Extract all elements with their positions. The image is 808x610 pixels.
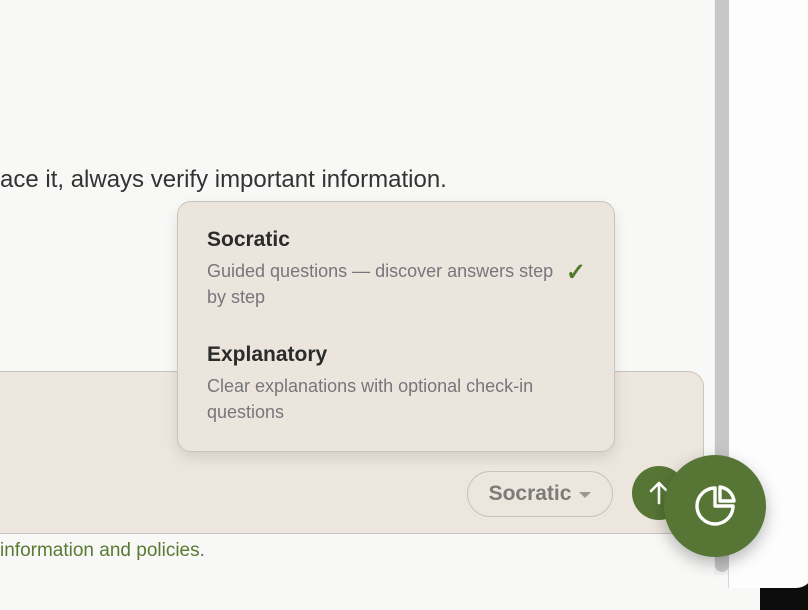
policies-link[interactable]: information and policies bbox=[0, 540, 200, 561]
footer-note: information and policies. bbox=[0, 540, 205, 562]
menu-item-description: Guided questions — discover answers step… bbox=[207, 261, 554, 307]
mode-dropdown-menu: Socratic Guided questions — discover ans… bbox=[177, 201, 615, 452]
mode-selector-label: Socratic bbox=[488, 482, 572, 505]
menu-item-explanatory[interactable]: Explanatory Clear explanations with opti… bbox=[207, 343, 590, 425]
mode-selector-button[interactable]: Socratic bbox=[467, 471, 613, 517]
checkmark-icon: ✓ bbox=[565, 259, 586, 286]
menu-item-description: Clear explanations with optional check-i… bbox=[207, 376, 534, 422]
menu-item-title: Socratic bbox=[207, 228, 290, 251]
disclaimer-text: ace it, always verify important informat… bbox=[0, 166, 447, 193]
pie-chart-icon bbox=[695, 485, 736, 526]
chevron-down-icon bbox=[579, 492, 592, 498]
menu-item-title: Explanatory bbox=[207, 343, 328, 366]
menu-item-socratic[interactable]: Socratic Guided questions — discover ans… bbox=[207, 228, 590, 310]
footer-suffix: . bbox=[199, 540, 205, 561]
floating-action-button[interactable] bbox=[664, 455, 766, 557]
